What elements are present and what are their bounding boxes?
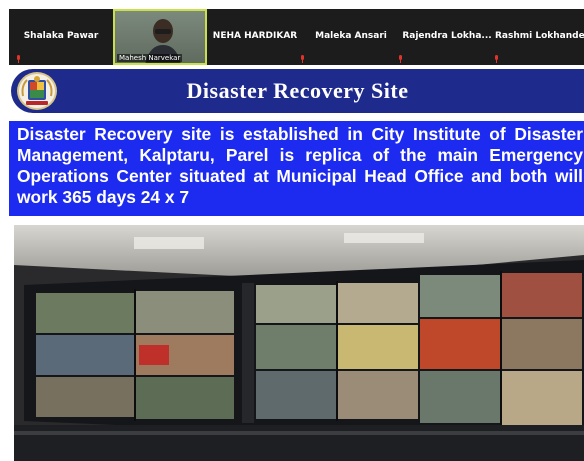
participant-strip: Shalaka Pawar Mahesh Narvekar NEHA HARDI… xyxy=(9,9,584,65)
shared-slide: Disaster Recovery Site Disaster Recovery… xyxy=(9,65,584,461)
active-speaker-video-tile[interactable]: Mahesh Narvekar xyxy=(113,9,207,65)
participant-tile[interactable]: NEHA HARDIKAR xyxy=(207,9,304,65)
participant-name: Rashmi Lokhande xyxy=(495,31,584,41)
slide-body-box: Disaster Recovery site is established in… xyxy=(9,121,584,216)
slide-title-bar: Disaster Recovery Site xyxy=(11,69,584,113)
participant-name: NEHA HARDIKAR xyxy=(212,31,298,41)
participant-tile[interactable]: Maleka Ansari xyxy=(303,9,402,65)
control-room-video-wall-photo xyxy=(14,225,584,461)
slide-body-text: Disaster Recovery site is established in… xyxy=(17,124,583,207)
participant-name: Rajendra Lokha... xyxy=(402,31,492,41)
participant-tile[interactable]: Rajendra Lokha... xyxy=(399,9,498,65)
slide-title: Disaster Recovery Site xyxy=(186,78,409,103)
participant-tile[interactable]: Rashmi Lokhande xyxy=(495,9,584,65)
participant-tile[interactable]: Shalaka Pawar xyxy=(9,9,113,65)
mic-muted-icon xyxy=(17,55,20,63)
participant-name: Mahesh Narvekar xyxy=(117,54,183,62)
participant-name: Shalaka Pawar xyxy=(23,31,99,41)
participant-name: Maleka Ansari xyxy=(315,31,387,41)
